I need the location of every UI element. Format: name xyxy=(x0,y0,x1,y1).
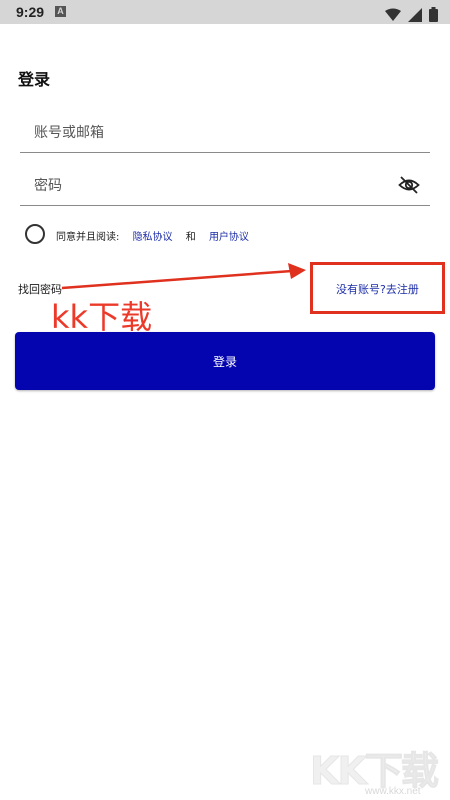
highlight-box xyxy=(310,262,445,314)
arrow-annotation xyxy=(61,263,306,290)
account-input[interactable] xyxy=(32,118,396,148)
status-icons xyxy=(383,4,438,22)
status-bar: 9:29 A xyxy=(0,0,450,24)
status-time: 9:29 xyxy=(16,4,45,20)
battery-icon xyxy=(429,7,438,22)
agree-prefix: 同意并且阅读: xyxy=(56,232,120,243)
and-text: 和 xyxy=(185,232,196,243)
eye-off-icon[interactable] xyxy=(398,174,420,196)
agree-radio[interactable] xyxy=(25,224,45,244)
agreement-text: 同意并且阅读: 隐私协议 和 用户协议 xyxy=(56,228,249,243)
wifi-icon xyxy=(384,8,401,21)
signal-icon xyxy=(407,7,422,22)
corner-logo-url: www.kkx.net xyxy=(365,786,421,797)
user-agreement-link[interactable]: 用户协议 xyxy=(209,232,249,243)
privacy-link[interactable]: 隐私协议 xyxy=(133,232,173,243)
notification-icon: A xyxy=(55,6,66,17)
agreement-row: 同意并且阅读: 隐私协议 和 用户协议 xyxy=(25,224,325,244)
corner-logo: KK下载 www.kkx.net xyxy=(310,740,450,800)
password-input[interactable] xyxy=(32,171,396,201)
password-field xyxy=(20,165,430,206)
account-field xyxy=(20,112,430,153)
page-title: 登录 xyxy=(18,70,51,89)
login-button[interactable]: 登录 xyxy=(15,332,435,390)
